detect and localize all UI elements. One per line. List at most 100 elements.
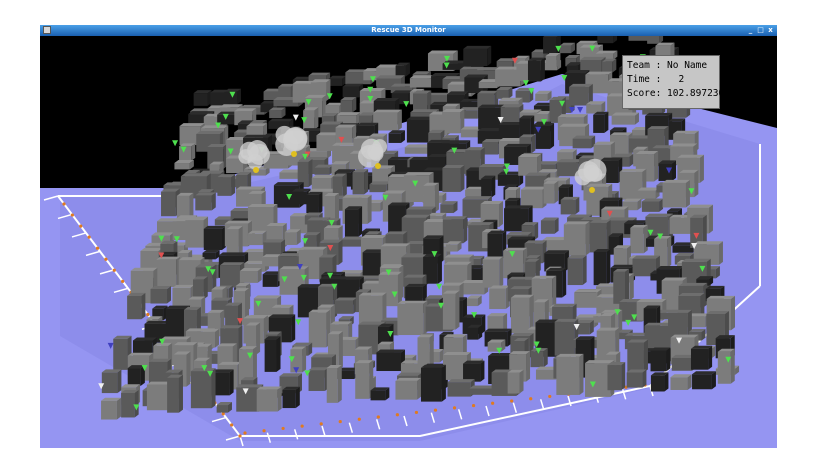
building-face xyxy=(469,388,494,395)
building-face xyxy=(409,78,432,88)
building-face xyxy=(593,251,607,286)
road-node xyxy=(300,424,304,428)
building-roof xyxy=(307,217,331,221)
smoke-puff xyxy=(247,153,263,170)
building-side xyxy=(685,179,690,208)
building-face xyxy=(369,184,387,193)
building-face xyxy=(217,177,232,196)
building-face xyxy=(193,93,208,106)
building-roof xyxy=(443,261,472,265)
building-roof xyxy=(670,334,699,338)
building-roof xyxy=(359,87,386,91)
maximize-button[interactable]: □ xyxy=(756,25,765,36)
building-side xyxy=(550,123,555,149)
building-face xyxy=(540,220,555,234)
building-side xyxy=(531,134,536,154)
building-face xyxy=(447,382,471,397)
building-side xyxy=(667,235,672,268)
building-face xyxy=(264,339,277,372)
building-face xyxy=(510,297,530,334)
building-side xyxy=(499,256,504,288)
building-side xyxy=(203,276,208,300)
building-face xyxy=(335,127,353,144)
building-side xyxy=(491,175,496,198)
building-roof xyxy=(444,254,474,258)
building-side xyxy=(441,364,446,402)
building-roof xyxy=(586,183,613,187)
fire-spot xyxy=(253,167,259,173)
building-roof xyxy=(298,246,328,250)
building-roof xyxy=(130,267,158,271)
building-face xyxy=(530,351,544,368)
road-node xyxy=(62,202,66,206)
building-roof xyxy=(342,194,372,198)
building-face xyxy=(284,232,297,245)
building-face xyxy=(376,352,401,372)
building-face xyxy=(185,220,204,248)
building-roof xyxy=(397,372,422,376)
building-face xyxy=(572,138,592,149)
road-node xyxy=(319,422,323,426)
building-roof xyxy=(196,131,224,135)
building-side xyxy=(711,371,716,390)
building-face xyxy=(597,25,614,44)
road-node xyxy=(510,399,514,403)
building-roof xyxy=(336,112,361,116)
building-face xyxy=(671,357,693,371)
smoke-puff xyxy=(367,143,384,160)
building-roof xyxy=(373,97,400,101)
building-side xyxy=(621,362,626,391)
building-face xyxy=(535,93,548,102)
minimize-button[interactable]: _ xyxy=(746,25,755,36)
building-face xyxy=(589,222,607,253)
road-node xyxy=(452,406,457,410)
building-roof xyxy=(220,262,245,266)
building-roof xyxy=(253,295,282,299)
building-roof xyxy=(199,170,225,174)
building-roof xyxy=(320,121,343,125)
title-bar[interactable]: Rescue 3D Monitor _ □ x xyxy=(40,25,777,36)
building-roof xyxy=(321,271,345,275)
building-face xyxy=(481,178,492,198)
building-roof xyxy=(224,220,252,224)
building-roof xyxy=(247,204,278,208)
building-side xyxy=(579,353,584,395)
building-side xyxy=(642,369,647,388)
window-title: Rescue 3D Monitor xyxy=(371,26,446,34)
building-roof xyxy=(464,74,488,78)
building-roof xyxy=(463,45,492,49)
smoke-puff xyxy=(284,126,308,151)
building-roof xyxy=(218,252,249,256)
building-face xyxy=(496,89,509,99)
building-roof xyxy=(403,274,427,278)
building-face xyxy=(692,374,712,390)
building-side xyxy=(337,364,342,403)
building-side xyxy=(460,165,465,192)
building-roof xyxy=(668,309,692,313)
building-side xyxy=(276,336,281,372)
smoke-puff xyxy=(587,167,603,182)
building-face xyxy=(101,400,117,420)
building-face xyxy=(507,372,520,394)
building-roof xyxy=(340,276,364,280)
building-roof xyxy=(243,315,268,319)
building-roof xyxy=(601,206,629,210)
building-side xyxy=(629,273,634,301)
building-roof xyxy=(376,349,405,353)
building-face xyxy=(628,29,649,41)
building-roof xyxy=(557,114,588,118)
building-face xyxy=(101,372,118,394)
building-roof xyxy=(376,75,405,79)
close-button[interactable]: x xyxy=(766,25,775,36)
building-face xyxy=(355,363,370,399)
building-face xyxy=(535,369,556,380)
building-roof xyxy=(200,125,229,129)
building-face xyxy=(404,147,429,154)
3d-viewport[interactable]: Team : No Name Time : 2 Score: 102.89723… xyxy=(40,25,777,448)
building-face xyxy=(650,350,667,372)
time-value: 2 xyxy=(678,74,685,85)
building-side xyxy=(585,221,590,256)
building-roof xyxy=(403,172,434,176)
building-side xyxy=(231,174,236,196)
building-side xyxy=(201,296,206,316)
